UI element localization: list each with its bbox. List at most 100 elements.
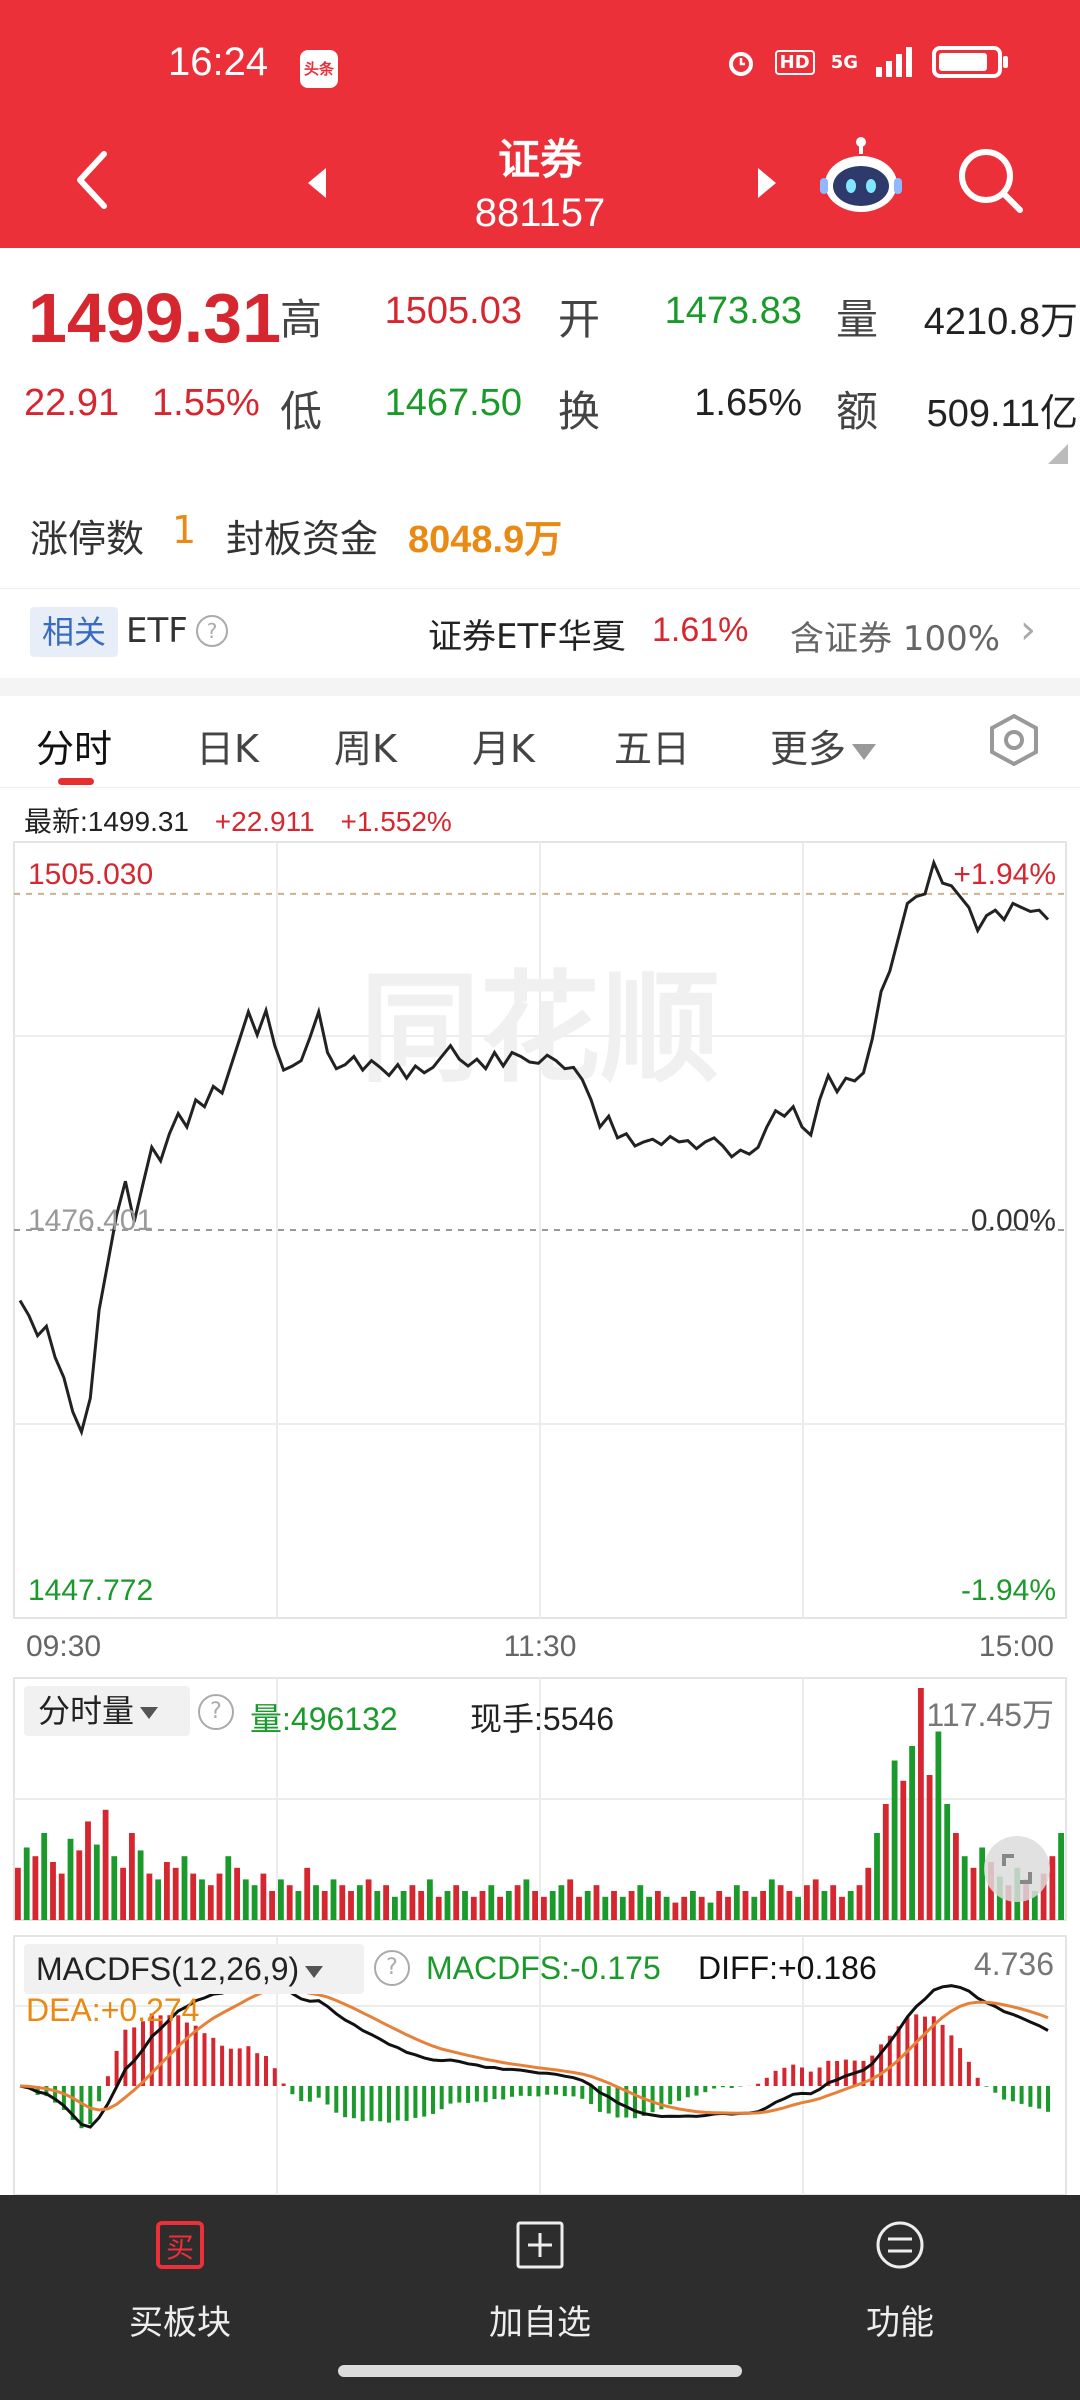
volume-bar <box>681 1896 688 1920</box>
seal-fund-label: 封板资金 <box>226 517 379 561</box>
status-bar: 16:24 头条 HD 5G <box>0 0 1080 140</box>
volume-bar <box>400 1891 407 1920</box>
next-sector-button[interactable] <box>746 158 786 208</box>
volume-bar <box>111 1856 118 1920</box>
volume-bar <box>155 1879 162 1920</box>
prev-sector-button[interactable] <box>298 158 338 208</box>
back-arrow-icon[interactable] <box>62 140 132 220</box>
volume-bar <box>102 1809 109 1920</box>
volume-bar <box>514 1885 521 1920</box>
volume-bar <box>760 1891 766 1920</box>
macd-bar <box>431 2086 435 2114</box>
volume-bar <box>549 1891 556 1920</box>
macd-bar <box>527 2086 532 2097</box>
volume-bar <box>383 1885 389 1920</box>
volume-bar <box>795 1896 801 1920</box>
macd-bar <box>808 2071 813 2086</box>
volume-bar <box>137 1850 144 1920</box>
bottom-nav-add-label: 加自选 <box>489 2303 591 2343</box>
related-etf-row[interactable]: 相关 ETF ? 证券ETF华夏 1.61% 含证券 100% › <box>0 588 1080 678</box>
help-icon[interactable]: ? <box>196 615 228 647</box>
macd-bar <box>1037 2086 1042 2109</box>
tab-intraday[interactable]: 分时 <box>36 718 112 773</box>
macd-bar <box>571 2086 576 2097</box>
robot-assistant-icon[interactable] <box>816 132 906 222</box>
alarm-icon <box>728 52 753 76</box>
macd-bar <box>439 2086 444 2110</box>
volume-bar <box>909 1746 915 1920</box>
open-label: 开 <box>558 295 601 344</box>
dropdown-arrow-icon <box>852 743 877 760</box>
volume-bar <box>470 1896 477 1920</box>
volume-bar <box>76 1850 83 1920</box>
macd-bar <box>782 2067 787 2086</box>
bottom-nav-buy[interactable]: 买 买板块 <box>0 2195 360 2375</box>
volume-bar <box>172 1867 179 1920</box>
etf-contain: 含证券 100% <box>790 619 1001 659</box>
macd-bar <box>1002 2086 1007 2100</box>
chart-area[interactable]: 最新:1499.31 +22.911 +1.552% 同花顺 1505.030 … <box>0 790 1080 2195</box>
volume-bar <box>812 1879 819 1920</box>
macd-bar <box>325 2086 330 2105</box>
high-value: 1505.03 <box>384 290 522 332</box>
chevron-right-icon[interactable]: › <box>1020 607 1036 653</box>
etf-name[interactable]: 证券ETF华夏 <box>428 609 626 658</box>
help-icon[interactable]: ? <box>374 1950 410 1986</box>
macd-bar <box>518 2086 523 2096</box>
tab-more[interactable]: 更多 <box>770 718 877 773</box>
macd-bar <box>255 2053 260 2086</box>
help-icon[interactable]: ? <box>198 1694 234 1730</box>
title-box: 证券 881157 <box>390 120 690 236</box>
volume-bar <box>900 1780 907 1920</box>
volume-bar <box>602 1896 609 1920</box>
home-indicator[interactable] <box>338 2365 742 2377</box>
tab-active-indicator <box>58 778 94 785</box>
volume-indicator-select[interactable]: 分时量 <box>24 1686 190 1736</box>
macd-bar <box>343 2086 348 2118</box>
tab-five-day[interactable]: 五日 <box>614 718 690 773</box>
macd-bar <box>720 2086 725 2088</box>
volume-label: 量 <box>836 295 879 344</box>
bottom-nav-menu[interactable]: 功能 <box>720 2195 1080 2375</box>
volume-bar <box>50 1862 56 1920</box>
volume-bar <box>199 1879 205 1920</box>
volume-bar <box>295 1891 302 1920</box>
macd-bar <box>712 2086 717 2089</box>
volume-bar <box>532 1891 538 1920</box>
volume-bar <box>733 1885 740 1920</box>
macd-indicator-select[interactable]: MACDFS(12,26,9) <box>24 1944 364 1994</box>
volume-bar <box>409 1885 416 1920</box>
volume-bar <box>874 1833 880 1920</box>
macd-bar <box>703 2086 708 2093</box>
volume-bar <box>935 1731 942 1920</box>
bottom-nav-add-watchlist[interactable]: 加自选 <box>360 2195 720 2375</box>
macd-bar <box>1019 2086 1024 2104</box>
search-icon[interactable] <box>952 142 1028 218</box>
volume-bar <box>321 1891 328 1920</box>
macd-bar <box>105 2076 110 2086</box>
macd-bar <box>474 2086 479 2102</box>
fullscreen-icon[interactable] <box>984 1836 1050 1902</box>
tab-daily-k[interactable]: 日K <box>196 718 259 773</box>
macd-bar <box>650 2086 655 2113</box>
tab-monthly-k[interactable]: 月K <box>472 718 535 773</box>
macd-bar <box>1010 2086 1015 2102</box>
macd-bar <box>395 2086 400 2121</box>
volume-bar <box>216 1873 223 1920</box>
turnover-value: 1.65% <box>694 382 802 424</box>
svg-text:买: 买 <box>166 2231 194 2264</box>
macd-bar <box>606 2086 611 2114</box>
macd-bar <box>404 2086 409 2121</box>
macd-bar <box>791 2064 796 2086</box>
settings-hexagon-icon[interactable] <box>986 712 1042 768</box>
tab-weekly-k[interactable]: 周K <box>334 718 397 773</box>
macd-readout: MACDFS:-0.175 <box>426 1950 661 1986</box>
volume-bar <box>374 1891 381 1920</box>
tab-more-label: 更多 <box>770 727 847 771</box>
volume-bar <box>576 1896 582 1920</box>
volume-bar <box>67 1838 74 1920</box>
macd-bar <box>949 2035 954 2086</box>
add-watchlist-icon <box>516 2221 564 2269</box>
expand-corner-icon[interactable] <box>1048 444 1068 464</box>
volume-bar <box>926 1775 933 1920</box>
